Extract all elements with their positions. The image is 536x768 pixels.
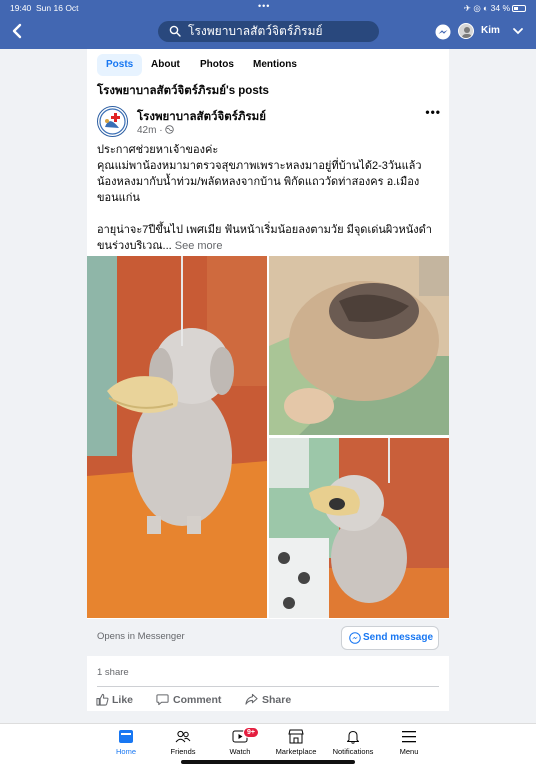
battery-icon: [512, 5, 526, 12]
marketplace-icon: [288, 729, 304, 744]
friends-icon: [175, 730, 191, 743]
messenger-icon[interactable]: [435, 24, 451, 40]
more-options-icon[interactable]: •••: [425, 105, 441, 119]
photo-dog-standing[interactable]: [269, 438, 449, 618]
search-text: โรงพยาบาลสัตว์จิตร์ภิรมย์: [188, 24, 323, 38]
like-button[interactable]: Like: [96, 691, 156, 709]
nav-menu[interactable]: Menu: [379, 729, 439, 756]
status-time: 19:40 Sun 16 Oct: [10, 3, 79, 13]
post-text-line1: ประกาศช่วยหาเจ้าของค่ะ: [97, 144, 219, 156]
page-avatar[interactable]: [97, 106, 128, 137]
post-text: ประกาศช่วยหาเจ้าของค่ะ คุณแม่พาน้องหมามา…: [97, 142, 442, 270]
nav-home[interactable]: Home: [96, 729, 156, 756]
hamburger-menu-icon: [402, 731, 416, 743]
comment-icon: [156, 694, 169, 706]
tab-mentions[interactable]: Mentions: [244, 54, 306, 76]
bell-icon: [347, 731, 359, 744]
user-avatar[interactable]: [458, 23, 474, 39]
nav-friends[interactable]: Friends: [153, 729, 213, 756]
send-message-button[interactable]: Send message: [341, 626, 439, 650]
share-count[interactable]: 1 share: [97, 667, 129, 678]
home-icon: [119, 730, 133, 743]
photo-dog-muzzle-main[interactable]: [87, 256, 267, 618]
share-arrow-icon: [245, 693, 258, 705]
see-more-link[interactable]: See more: [175, 240, 223, 252]
share-button[interactable]: Share: [245, 691, 305, 709]
search-bar[interactable]: โรงพยาบาลสัตว์จิตร์ภิรมย์: [158, 21, 379, 42]
multitask-dots[interactable]: •••: [258, 1, 270, 11]
status-bar: 19:40 Sun 16 Oct ••• ✈ ◎ ◐ 34 %: [0, 0, 536, 16]
page-content: Posts About Photos Mentions โรงพยาบาลสัต…: [87, 49, 449, 711]
comment-button[interactable]: Comment: [156, 691, 236, 709]
globe-icon: [165, 125, 175, 134]
photo-grid: [87, 256, 449, 618]
post-time[interactable]: 42m ·: [137, 125, 165, 136]
nav-watch[interactable]: 9+ Watch: [210, 727, 270, 756]
page-name[interactable]: โรงพยาบาลสัตว์จิตร์ภิรมย์: [137, 108, 266, 126]
opens-in-messenger-label: Opens in Messenger: [97, 631, 185, 642]
back-arrow-icon[interactable]: [10, 22, 24, 40]
status-indicators: ✈ ◎ ◐ 34 %: [464, 3, 526, 14]
post-text-line3: อายุน่าจะ7ปีขึ้นไป เพศเมีย ฟันหน้าเริ่มน…: [97, 224, 432, 252]
user-name[interactable]: Kim: [481, 25, 500, 36]
photo-dog-skin-closeup[interactable]: [269, 256, 449, 435]
tab-posts[interactable]: Posts: [97, 54, 143, 76]
search-icon: [169, 25, 181, 37]
tab-about[interactable]: About: [142, 54, 189, 76]
posts-heading: โรงพยาบาลสัตว์จิตร์ภิรมย์'s posts: [97, 85, 269, 97]
nav-notifications[interactable]: Notifications: [323, 729, 383, 756]
watch-badge: 9+: [243, 727, 259, 738]
divider: [97, 686, 439, 687]
top-bar: 19:40 Sun 16 Oct ••• ✈ ◎ ◐ 34 % โรงพยาบา…: [0, 0, 536, 49]
send-message-label: Send message: [363, 632, 434, 643]
nav-marketplace[interactable]: Marketplace: [266, 729, 326, 756]
messenger-cta: Opens in Messenger Send message: [87, 619, 449, 656]
messenger-icon: [349, 632, 361, 644]
post-meta: 42m ·: [137, 125, 175, 136]
page-tabs: Posts About Photos Mentions: [87, 49, 449, 79]
tab-photos[interactable]: Photos: [191, 54, 243, 76]
home-indicator[interactable]: [181, 760, 355, 764]
chevron-down-icon[interactable]: [512, 26, 524, 36]
thumbs-up-icon: [96, 693, 109, 706]
post-text-line2: คุณแม่พาน้องหมามาตรวจสุขภาพเพราะหลงมาอยู…: [97, 160, 422, 204]
